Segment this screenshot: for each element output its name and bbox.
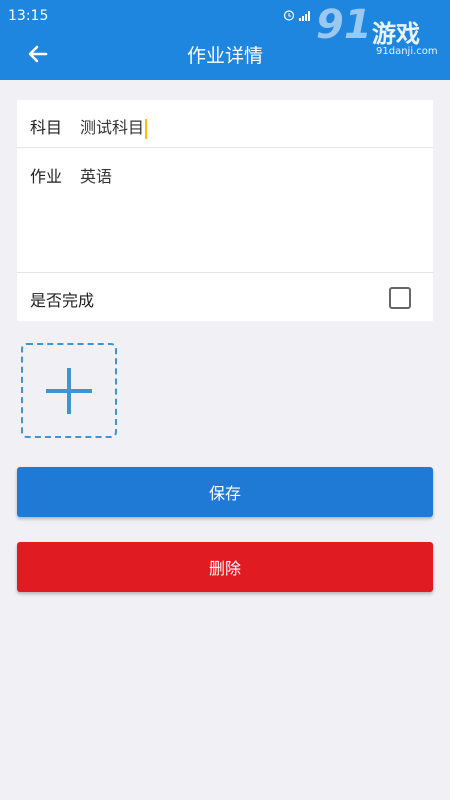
homework-form: 科目 测试科目 作业 英语 是否完成 [17,100,433,321]
alarm-icon [283,9,295,24]
status-icons [283,0,310,32]
completed-label: 是否完成 [30,291,95,310]
homework-label: 作业 [30,167,63,186]
homework-row: 作业 英语 [17,148,433,273]
save-button[interactable]: 保存 [17,467,433,517]
delete-button[interactable]: 删除 [17,542,433,592]
watermark-logo-text: 游戏 [372,20,420,48]
text-caret [145,118,148,139]
subject-label: 科目 [30,118,63,137]
completed-row: 是否完成 [17,273,433,321]
watermark-url: 91danji.com [376,46,438,57]
add-photo-button[interactable] [21,343,117,438]
watermark-logo-number: 91 [316,2,372,48]
subject-row: 科目 测试科目 [17,100,433,148]
completed-checkbox[interactable] [389,287,411,309]
site-watermark: 91 游戏 91danji.com [316,2,446,62]
subject-input[interactable]: 测试科目 [80,114,148,139]
status-time: 13:15 [8,8,49,24]
signal-icon [299,11,310,21]
subject-value: 测试科目 [80,118,145,137]
homework-input[interactable]: 英语 [80,163,112,187]
